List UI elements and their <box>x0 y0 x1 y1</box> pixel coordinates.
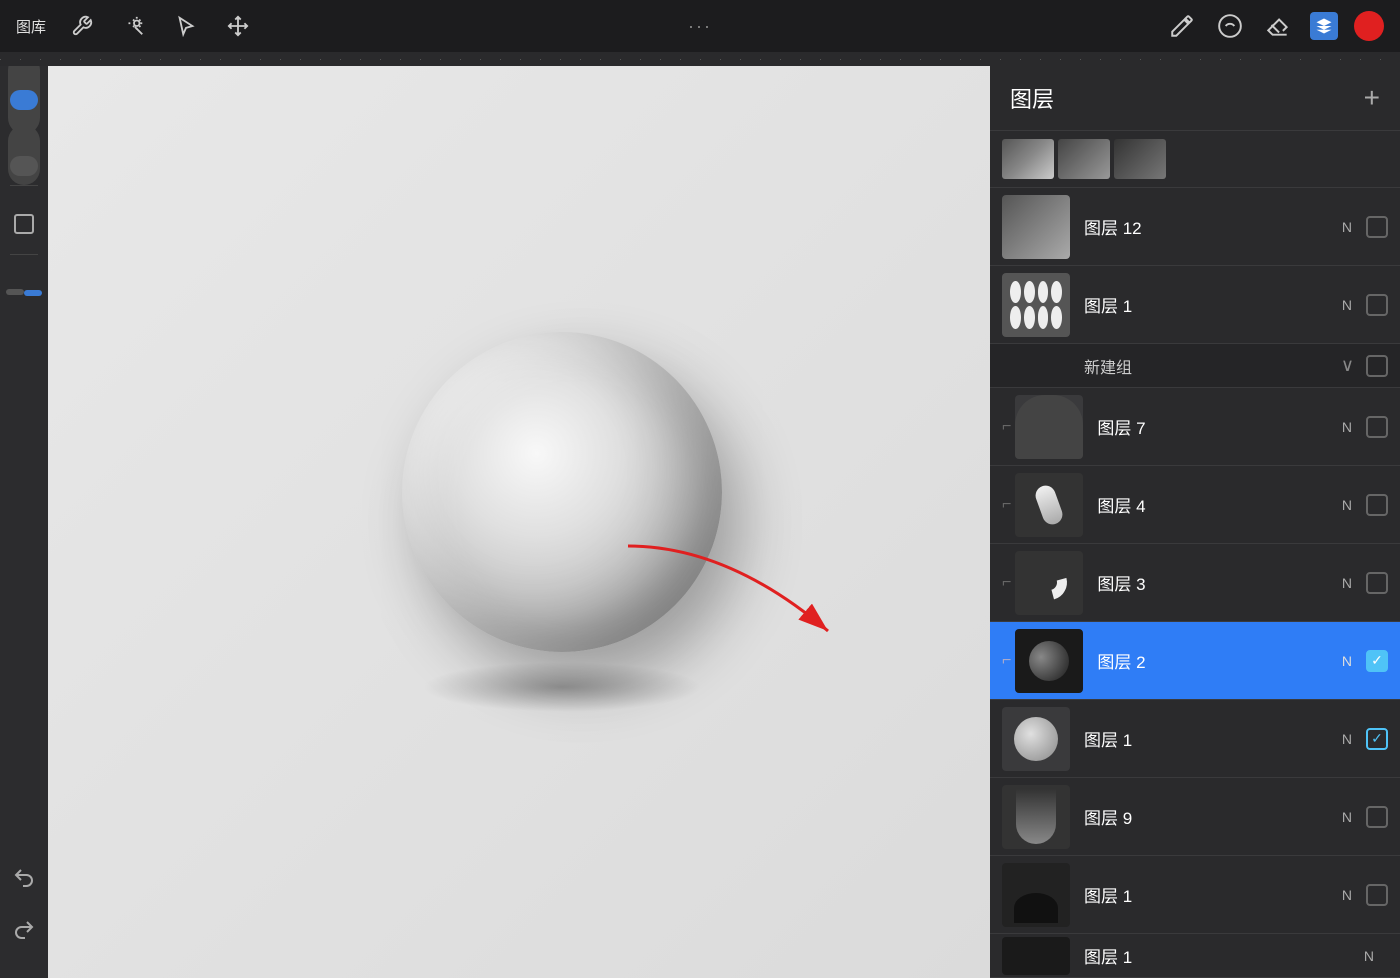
group-name: 新建组 <box>1084 354 1341 378</box>
magic-wand-button[interactable] <box>118 10 150 42</box>
sphere-shadow <box>422 662 702 712</box>
layer-name-9: 图层 9 <box>1084 804 1342 829</box>
layer-indent-3: ⌐ <box>1002 574 1011 592</box>
layer-indent-7: ⌐ <box>1002 418 1011 436</box>
selection-button[interactable] <box>170 10 202 42</box>
layer-blend-1b: N <box>1342 731 1352 747</box>
layer-thumb-1b <box>1002 707 1070 771</box>
layer-check-1a[interactable] <box>1366 294 1388 316</box>
layer-name-1c: 图层 1 <box>1084 882 1342 907</box>
undo-button[interactable] <box>6 860 42 896</box>
layer-blend-12: N <box>1342 219 1352 235</box>
layer-group-strip <box>990 131 1400 188</box>
layer-row-7[interactable]: ⌐ 图层 7 N <box>990 388 1400 466</box>
layer-row-2[interactable]: ⌐ 图层 2 N ✓ <box>990 622 1400 700</box>
brush-tool-button[interactable] <box>1166 10 1198 42</box>
layer-check-1c[interactable] <box>1366 884 1388 906</box>
layer-blend-1c: N <box>1342 887 1352 903</box>
layer-name-12: 图层 12 <box>1084 214 1342 239</box>
layer-thumb-7 <box>1015 395 1083 459</box>
layer-blend-2: N <box>1342 653 1352 669</box>
transform-button[interactable] <box>222 10 254 42</box>
layer-thumb-1a <box>1002 273 1070 337</box>
color-picker-button[interactable] <box>1354 11 1384 41</box>
toolbar-left: 图库 <box>16 10 254 42</box>
layer-check-7[interactable] <box>1366 416 1388 438</box>
group-chevron-icon[interactable]: ∨ <box>1341 355 1354 376</box>
layer-row-1c[interactable]: 图层 1 N <box>990 856 1400 934</box>
layer-check-9[interactable] <box>1366 806 1388 828</box>
group-thumb-1 <box>1002 139 1054 179</box>
size-slider[interactable] <box>6 137 42 173</box>
layer-group-header[interactable]: 新建组 ∨ <box>990 344 1400 388</box>
layer-blend-1a: N <box>1342 297 1352 313</box>
layers-panel: 图层 + 图层 12 N <box>990 66 1400 978</box>
layer-thumb-12 <box>1002 195 1070 259</box>
layer-name-7: 图层 7 <box>1097 414 1342 439</box>
dot-menu[interactable]: ··· <box>688 16 712 37</box>
layer-indent-2: ⌐ <box>1002 652 1011 670</box>
layer-thumb-4 <box>1015 473 1083 537</box>
layer-name-1d: 图层 1 <box>1084 943 1364 968</box>
layer-thumb-3 <box>1015 551 1083 615</box>
layers-add-button[interactable]: + <box>1364 84 1380 112</box>
layer-name-4: 图层 4 <box>1097 492 1342 517</box>
layer-name-3: 图层 3 <box>1097 570 1342 595</box>
group-thumb-3 <box>1114 139 1166 179</box>
layer-blend-9: N <box>1342 809 1352 825</box>
redo-button[interactable] <box>6 912 42 948</box>
sphere-object <box>402 332 722 712</box>
layer-row-1b[interactable]: 图层 1 N ✓ <box>990 700 1400 778</box>
group-thumb-strip <box>1002 351 1070 381</box>
group-check[interactable] <box>1366 355 1388 377</box>
wrench-tool-button[interactable] <box>66 10 98 42</box>
layer-row-1a[interactable]: 图层 1 N <box>990 266 1400 344</box>
top-toolbar: 图库 ··· <box>0 0 1400 52</box>
sidebar-divider-2 <box>10 185 38 186</box>
toolbar-right <box>1166 10 1384 42</box>
opacity-slider[interactable] <box>6 76 42 112</box>
layer-check-2[interactable]: ✓ <box>1366 650 1388 672</box>
layer-check-3[interactable] <box>1366 572 1388 594</box>
thumb-dots <box>1002 273 1070 337</box>
layer-row-4[interactable]: ⌐ 图层 4 N <box>990 466 1400 544</box>
layer-blend-4: N <box>1342 497 1352 513</box>
layer-row-3[interactable]: ⌐ 图层 3 N <box>990 544 1400 622</box>
layer-check-12[interactable] <box>1366 216 1388 238</box>
layer-check-4[interactable] <box>1366 494 1388 516</box>
square-tool-button[interactable] <box>6 206 42 242</box>
layer-name-1b: 图层 1 <box>1084 726 1342 751</box>
layer-blend-1d: N <box>1364 948 1374 964</box>
layer-blend-7: N <box>1342 419 1352 435</box>
layer-row-12[interactable]: 图层 12 N <box>990 188 1400 266</box>
smudge-tool-button[interactable] <box>1214 10 1246 42</box>
layer-thumb-1c <box>1002 863 1070 927</box>
layer-check-1b[interactable]: ✓ <box>1366 728 1388 750</box>
sidebar-divider-3 <box>10 254 38 255</box>
layer-thumb-9 <box>1002 785 1070 849</box>
layers-title: 图层 <box>1010 82 1054 114</box>
eraser-tool-button[interactable] <box>1262 10 1294 42</box>
layer-thumb-2 <box>1015 629 1083 693</box>
layers-header: 图层 + <box>990 66 1400 131</box>
layers-button[interactable] <box>1310 12 1338 40</box>
layer-blend-3: N <box>1342 575 1352 591</box>
drag-handle[interactable] <box>6 275 42 311</box>
layer-row-9[interactable]: 图层 9 N <box>990 778 1400 856</box>
horizontal-ruler <box>0 52 1400 66</box>
layer-name-2: 图层 2 <box>1097 648 1342 673</box>
gallery-button[interactable]: 图库 <box>16 16 46 37</box>
layer-row-1d[interactable]: 图层 1 N <box>990 934 1400 978</box>
toolbar-center: ··· <box>688 16 712 37</box>
layer-indent-4: ⌐ <box>1002 496 1011 514</box>
group-thumb-2 <box>1058 139 1110 179</box>
left-sidebar <box>0 66 48 978</box>
layer-thumb-1d <box>1002 937 1070 975</box>
layer-name-1a: 图层 1 <box>1084 292 1342 317</box>
layers-list: 图层 12 N 图层 1 N <box>990 188 1400 978</box>
sphere-shape <box>402 332 722 652</box>
